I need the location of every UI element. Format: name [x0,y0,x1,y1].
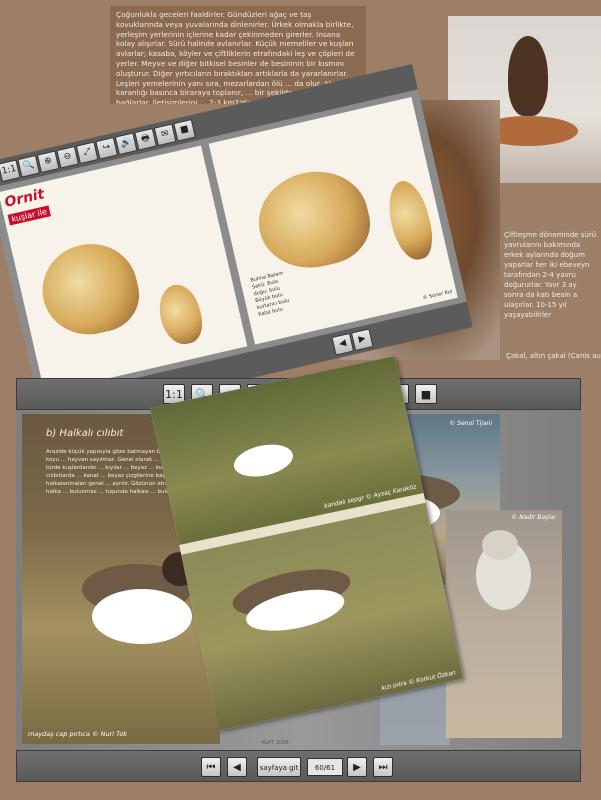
stop-button[interactable]: ■ [415,384,437,404]
right-page-bottom-credit: © Nadir Başlar [511,514,556,521]
chick-head-shape [482,530,518,560]
next-page-button[interactable]: ▶ [347,757,367,777]
small-flipbook-viewer: 1:1 🔍 ⊕ ⊖ ⤢ ↪ 🔊 🖶 ✉ ■ Ornit kuşlar ile B… [0,63,473,427]
prev-page-button[interactable]: ◀ [227,757,247,777]
left-page-title: b) Halkalı cılıbıt [46,428,124,439]
left-page-caption: maydaş cap pırtıca © Nuri Tok [28,730,128,738]
last-page-button[interactable]: ⏭ [373,757,393,777]
small-viewer-right-page: Bulma Balam Sahil: Bulo doğu: bulu Büyük… [208,96,458,345]
small-viewer-left-page: Ornit kuşlar ile [0,145,248,394]
footer-label: KuPT 2009 [262,740,289,746]
sketch-credit: © Soner Kul [422,288,453,302]
flying-plover-shape [230,439,296,482]
plover-body-shape [92,589,192,644]
sketch-notes: Bulma Balam Sahil: Bulo doğu: bulu Büyük… [249,270,290,318]
vulture-shape [508,36,548,116]
goto-page-button[interactable]: sayfaya git [257,757,301,777]
background-side-text: Çiftleşme döneminde sürü yavrularını bak… [504,231,597,319]
hawk-head-sketch-right [249,160,378,279]
hawk-flight-sketch [154,280,207,349]
bottom-navigation: ⏮ ◀ sayfaya git 60/61 ▶ ⏭ [16,750,581,782]
small-stop-button[interactable]: ■ [173,118,196,142]
right-page-bottom-photo[interactable]: © Nadir Başlar [446,510,562,738]
first-page-button[interactable]: ⏮ [201,757,221,777]
small-next-button[interactable]: ▶ [350,328,374,352]
hawk-flight-sketch-right [382,177,438,264]
hawk-head-sketch [33,234,147,344]
page-counter-input[interactable]: 60/61 [307,758,343,776]
turning-page-top-caption: kandalı sepgr © Aysaç Karaköz [323,483,417,510]
background-caption: Çakal, altın çakal (Canis au [506,352,601,360]
right-page-top-credit: © Senol Tijani [449,420,492,427]
